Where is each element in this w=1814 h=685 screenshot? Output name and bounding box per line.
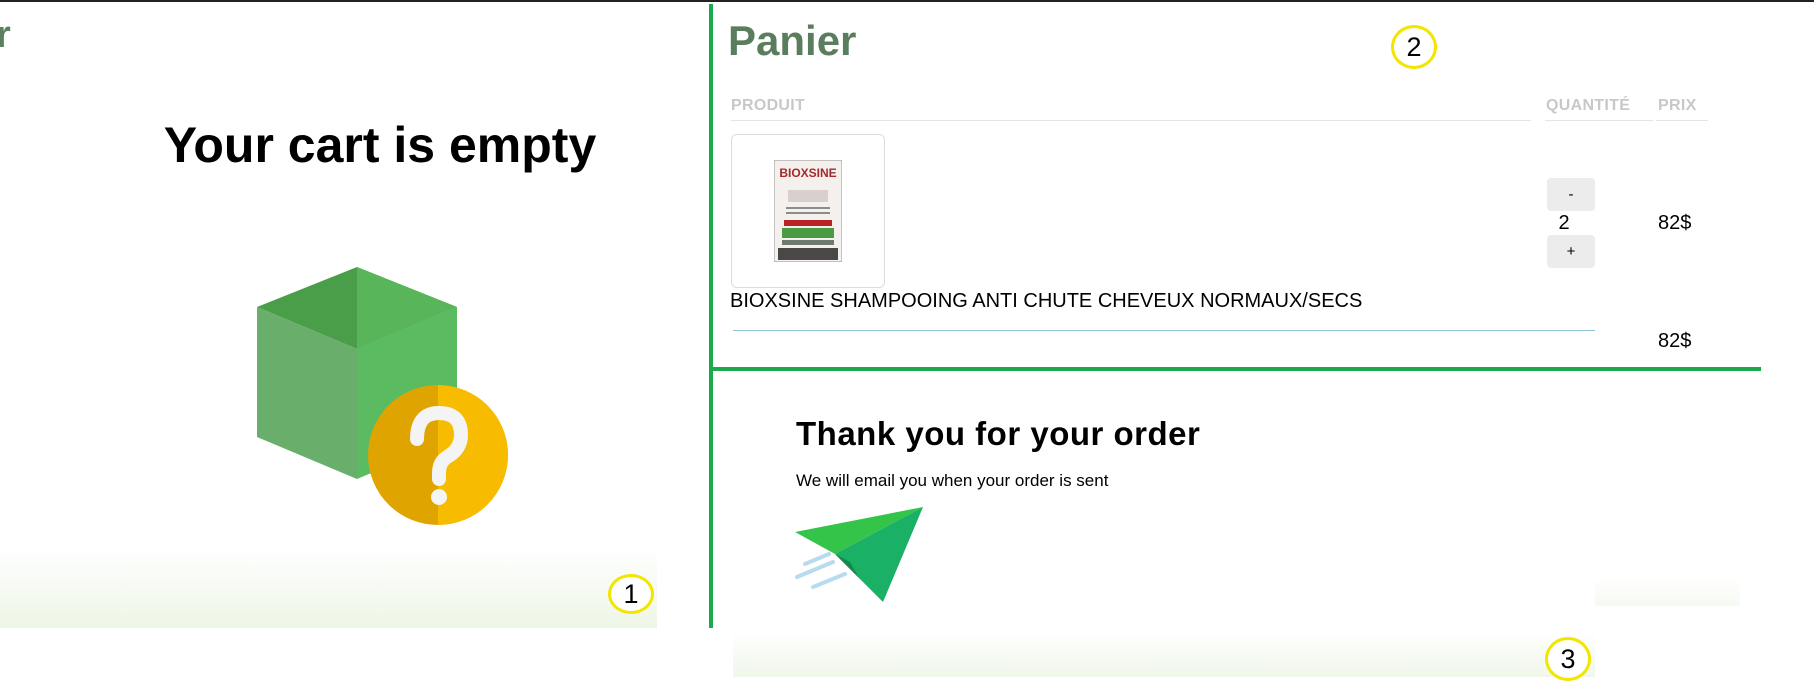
column-header-quantity: QUANTITÉ — [1546, 97, 1631, 114]
cart-total: 82$ — [1658, 330, 1692, 352]
panel-fade — [1595, 578, 1740, 606]
paper-plane-icon — [795, 507, 923, 602]
horizontal-divider — [711, 367, 1761, 371]
product-name[interactable]: BIOXSINE SHAMPOOING ANTI CHUTE CHEVEUX N… — [730, 290, 1362, 313]
item-price: 82$ — [1658, 212, 1692, 234]
empty-cart-message: Your cart is empty — [163, 117, 597, 173]
product-thumbnail[interactable]: BIOXSINE — [731, 134, 885, 288]
empty-box-question-icon — [257, 267, 508, 525]
quantity-value: 2 — [1558, 212, 1570, 234]
increase-quantity-button[interactable]: + — [1547, 235, 1595, 268]
cut-title-fragment: r — [0, 14, 11, 56]
header-rule — [1545, 120, 1653, 121]
decrease-quantity-button[interactable]: - — [1547, 178, 1595, 211]
step-badge-3: 3 — [1545, 637, 1591, 681]
step-badge-1: 1 — [608, 574, 654, 614]
panel-fade — [0, 548, 657, 628]
thank-you-subtitle: We will email you when your order is sen… — [796, 471, 1109, 490]
step-badge-2: 2 — [1391, 25, 1437, 69]
header-rule — [1656, 120, 1708, 121]
column-header-price: PRIX — [1658, 97, 1697, 114]
column-header-product: PRODUIT — [731, 97, 806, 114]
cart-title: Panier — [728, 17, 857, 64]
product-brand-text: BIOXSINE — [779, 166, 836, 180]
vertical-divider — [709, 4, 713, 628]
panel-fade — [733, 632, 1595, 677]
thank-you-title: Thank you for your order — [796, 415, 1201, 452]
empty-cart-panel: r Your cart is empty 1 — [0, 2, 657, 628]
header-rule — [731, 120, 1531, 121]
row-divider — [733, 330, 1595, 331]
product-image: BIOXSINE — [774, 160, 842, 262]
